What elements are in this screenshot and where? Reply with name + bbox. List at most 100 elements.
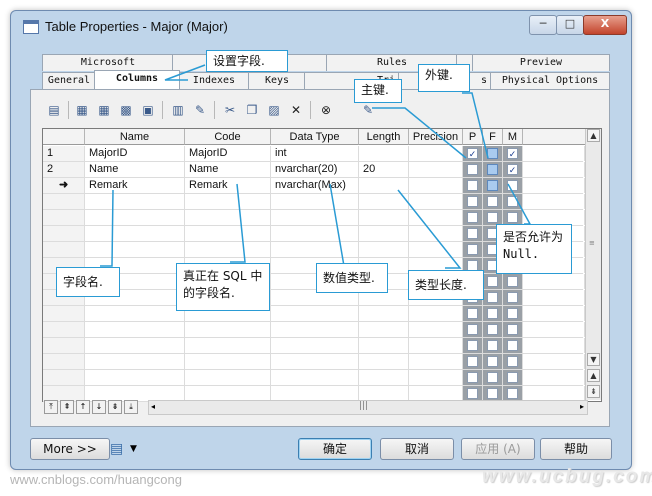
length-cell[interactable] bbox=[359, 178, 409, 193]
mandatory-checkbox[interactable] bbox=[507, 292, 518, 303]
foreign-key-checkbox[interactable] bbox=[487, 356, 498, 367]
horizontal-scrollbar[interactable]: ◂ ||| ▸ bbox=[148, 400, 588, 415]
mandatory-checkbox[interactable] bbox=[507, 372, 518, 383]
mandatory-checkbox[interactable] bbox=[507, 308, 518, 319]
move-page-down-icon[interactable]: ⇟ bbox=[108, 400, 122, 414]
name-cell[interactable] bbox=[85, 338, 185, 353]
length-cell[interactable] bbox=[359, 370, 409, 385]
checkbox-cell[interactable]: ✓ bbox=[463, 146, 483, 161]
length-cell[interactable] bbox=[359, 306, 409, 321]
data-type-cell[interactable] bbox=[271, 226, 359, 241]
checkbox-cell[interactable] bbox=[483, 178, 503, 193]
primary-key-checkbox[interactable] bbox=[467, 244, 478, 255]
foreign-key-checkbox[interactable] bbox=[487, 324, 498, 335]
ok-button[interactable]: 确定 bbox=[298, 438, 372, 460]
table-row[interactable] bbox=[43, 290, 585, 306]
scroll-up-button[interactable]: ▲ bbox=[587, 129, 600, 142]
primary-key-checkbox[interactable] bbox=[467, 228, 478, 239]
precision-cell[interactable] bbox=[409, 226, 463, 241]
checkbox-cell[interactable] bbox=[483, 162, 503, 177]
length-cell[interactable] bbox=[359, 194, 409, 209]
primary-key-checkbox[interactable] bbox=[467, 340, 478, 351]
primary-key-checkbox[interactable] bbox=[467, 356, 478, 367]
column-header-length[interactable]: Length bbox=[359, 129, 409, 145]
tab-preview[interactable]: Preview bbox=[472, 54, 610, 71]
checkbox-cell[interactable] bbox=[483, 370, 503, 385]
primary-key-checkbox[interactable] bbox=[467, 196, 478, 207]
primary-key-checkbox[interactable] bbox=[467, 324, 478, 335]
checkbox-cell[interactable] bbox=[463, 210, 483, 225]
checkbox-cell[interactable] bbox=[483, 306, 503, 321]
code-cell[interactable] bbox=[185, 386, 271, 401]
tab-microsoft[interactable]: Microsoft bbox=[42, 54, 174, 71]
precision-cell[interactable] bbox=[409, 146, 463, 161]
name-cell[interactable]: Remark bbox=[85, 178, 185, 193]
name-cell[interactable]: Name bbox=[85, 162, 185, 177]
mandatory-checkbox[interactable] bbox=[507, 324, 518, 335]
foreign-key-checkbox[interactable] bbox=[487, 276, 498, 287]
table-row[interactable] bbox=[43, 370, 585, 386]
length-cell[interactable] bbox=[359, 386, 409, 401]
precision-cell[interactable] bbox=[409, 370, 463, 385]
column-header-name[interactable]: Name bbox=[85, 129, 185, 145]
code-cell[interactable] bbox=[185, 210, 271, 225]
foreign-key-checkbox[interactable] bbox=[487, 388, 498, 399]
paste-icon[interactable]: ▨ bbox=[266, 102, 282, 118]
checkbox-cell[interactable] bbox=[463, 370, 483, 385]
column-header-m[interactable]: M bbox=[503, 129, 523, 145]
mandatory-checkbox[interactable] bbox=[507, 212, 518, 223]
move-down-icon[interactable]: ↓ bbox=[92, 400, 106, 414]
length-cell[interactable] bbox=[359, 146, 409, 161]
checkbox-cell[interactable] bbox=[503, 290, 523, 305]
tab-indexes[interactable]: Indexes bbox=[178, 72, 250, 89]
scroll-right-icon[interactable]: ▸ bbox=[580, 402, 584, 411]
scroll-end-button[interactable]: ⇟ bbox=[587, 385, 600, 398]
precision-cell[interactable] bbox=[409, 338, 463, 353]
checkbox-cell[interactable] bbox=[463, 322, 483, 337]
scroll-grip[interactable]: ≡ bbox=[589, 239, 598, 247]
column-header-data-type[interactable]: Data Type bbox=[271, 129, 359, 145]
length-cell[interactable]: 20 bbox=[359, 162, 409, 177]
checkbox-cell[interactable] bbox=[463, 242, 483, 257]
precision-cell[interactable] bbox=[409, 178, 463, 193]
data-type-cell[interactable] bbox=[271, 386, 359, 401]
primary-key-checkbox[interactable] bbox=[467, 372, 478, 383]
checkbox-cell[interactable] bbox=[503, 386, 523, 401]
primary-key-checkbox[interactable] bbox=[467, 180, 478, 191]
table-row[interactable] bbox=[43, 338, 585, 354]
replicate-icon[interactable]: ▣ bbox=[140, 102, 156, 118]
checkbox-cell[interactable] bbox=[503, 194, 523, 209]
checkbox-cell[interactable] bbox=[463, 226, 483, 241]
add-row-icon[interactable]: ▦ bbox=[74, 102, 90, 118]
checkbox-cell[interactable] bbox=[483, 290, 503, 305]
foreign-key-checkbox[interactable] bbox=[487, 372, 498, 383]
key-icon[interactable]: ✎ bbox=[192, 102, 208, 118]
primary-key-checkbox[interactable] bbox=[467, 308, 478, 319]
foreign-key-checkbox[interactable] bbox=[487, 164, 498, 175]
precision-cell[interactable] bbox=[409, 322, 463, 337]
name-cell[interactable] bbox=[85, 210, 185, 225]
precision-cell[interactable] bbox=[409, 354, 463, 369]
checkbox-cell[interactable] bbox=[503, 178, 523, 193]
data-type-cell[interactable] bbox=[271, 338, 359, 353]
copy-icon[interactable]: ❐ bbox=[244, 102, 260, 118]
primary-key-checkbox[interactable]: ✓ bbox=[467, 148, 478, 159]
column-header-precision[interactable]: Precision bbox=[409, 129, 463, 145]
mandatory-checkbox[interactable]: ✓ bbox=[507, 148, 518, 159]
checkbox-cell[interactable] bbox=[463, 354, 483, 369]
mandatory-checkbox[interactable] bbox=[507, 180, 518, 191]
mandatory-checkbox[interactable]: ✓ bbox=[507, 164, 518, 175]
data-type-cell[interactable] bbox=[271, 354, 359, 369]
tab-physical-options[interactable]: Physical Options bbox=[490, 72, 610, 89]
checkbox-cell[interactable] bbox=[503, 306, 523, 321]
name-cell[interactable] bbox=[85, 370, 185, 385]
table-row[interactable]: 2 Name Name nvarchar(20) 20 ✓ bbox=[43, 162, 585, 178]
mandatory-checkbox[interactable] bbox=[507, 388, 518, 399]
primary-key-checkbox[interactable] bbox=[467, 388, 478, 399]
tab-general[interactable]: General bbox=[42, 72, 96, 89]
checkbox-cell[interactable]: ✓ bbox=[503, 162, 523, 177]
checkbox-cell[interactable] bbox=[503, 338, 523, 353]
vertical-scrollbar[interactable]: ▲ ▼ ▲ ⇟ ≡ bbox=[585, 129, 601, 400]
precision-cell[interactable] bbox=[409, 210, 463, 225]
code-cell[interactable] bbox=[185, 322, 271, 337]
